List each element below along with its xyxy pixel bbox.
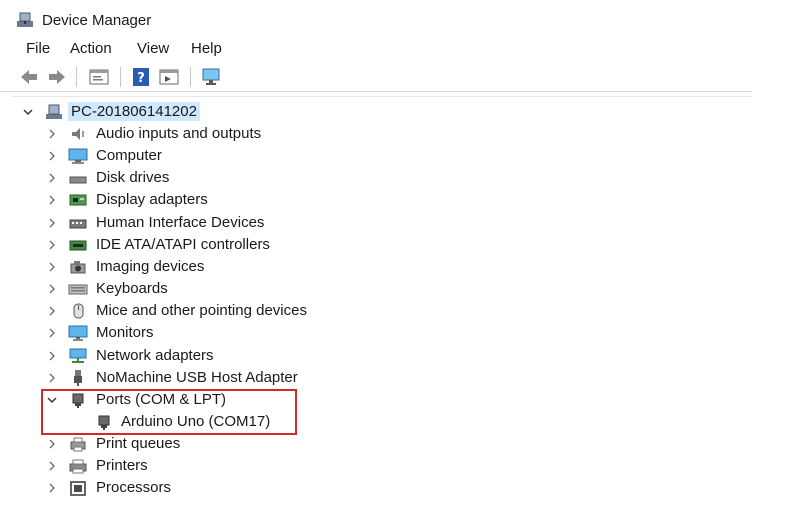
- tree-category[interactable]: Monitors: [0, 322, 790, 344]
- tree-category[interactable]: Keyboards: [0, 278, 790, 300]
- processor-icon: [70, 481, 86, 497]
- keyboard-icon: [68, 284, 88, 295]
- tree-item-label[interactable]: Human Interface Devices: [96, 214, 264, 231]
- menu-action[interactable]: Action: [70, 40, 112, 57]
- tree-category[interactable]: Audio inputs and outputs: [0, 123, 790, 145]
- camera-icon: [70, 260, 86, 274]
- tree-item-label[interactable]: Imaging devices: [96, 258, 204, 275]
- tree-root[interactable]: PC-201806141202: [0, 101, 790, 123]
- back-arrow-icon[interactable]: [18, 67, 40, 87]
- title-bar: Device Manager: [0, 0, 790, 38]
- toolbar-separator: [190, 67, 191, 87]
- tree-item-label[interactable]: Computer: [96, 147, 162, 164]
- tree-item-label[interactable]: Printers: [96, 457, 148, 474]
- tree-category[interactable]: Mice and other pointing devices: [0, 300, 790, 322]
- menu-bar: File Action View Help: [0, 38, 790, 60]
- chevron-right-icon[interactable]: [46, 350, 58, 362]
- svg-text:?: ?: [137, 71, 145, 86]
- tree-category[interactable]: Printers: [0, 455, 790, 477]
- hid-icon: [69, 219, 87, 229]
- forward-arrow-icon[interactable]: [46, 67, 68, 87]
- chevron-right-icon[interactable]: [46, 150, 58, 162]
- tree-item-label[interactable]: Network adapters: [96, 347, 214, 364]
- tree-category[interactable]: Human Interface Devices: [0, 212, 790, 234]
- device-manager-icon: [17, 12, 33, 27]
- tree-item-label[interactable]: Monitors: [96, 324, 154, 341]
- tree-item-label[interactable]: IDE ATA/ATAPI controllers: [96, 236, 270, 253]
- usb-icon: [74, 369, 82, 386]
- printer-icon: [69, 459, 87, 474]
- menu-file[interactable]: File: [26, 40, 50, 57]
- display-adapter-icon: [69, 194, 87, 206]
- tree-category[interactable]: Computer: [0, 145, 790, 167]
- monitor-icon: [68, 325, 88, 342]
- chevron-right-icon[interactable]: [46, 305, 58, 317]
- chevron-right-icon[interactable]: [46, 482, 58, 494]
- tree-item-label[interactable]: Keyboards: [96, 280, 168, 297]
- chevron-right-icon[interactable]: [46, 283, 58, 295]
- chevron-right-icon[interactable]: [46, 261, 58, 273]
- toolbar: ?: [0, 62, 752, 92]
- properties-icon[interactable]: [88, 67, 110, 87]
- window-title: Device Manager: [42, 12, 152, 29]
- toolbar-separator: [120, 67, 121, 87]
- disk-drive-icon: [69, 176, 87, 184]
- speaker-icon: [72, 128, 84, 140]
- tree-category[interactable]: Disk drives: [0, 167, 790, 189]
- tree-item-label[interactable]: Display adapters: [96, 191, 208, 208]
- tree-item-label[interactable]: Print queues: [96, 435, 180, 452]
- tree-category[interactable]: Print queues: [0, 433, 790, 455]
- chevron-right-icon[interactable]: [46, 372, 58, 384]
- tree-category[interactable]: NoMachine USB Host Adapter: [0, 367, 790, 389]
- chevron-right-icon[interactable]: [46, 239, 58, 251]
- tree-category[interactable]: Imaging devices: [0, 256, 790, 278]
- chevron-right-icon[interactable]: [46, 327, 58, 339]
- help-icon[interactable]: ?: [130, 67, 152, 87]
- tree-root-label[interactable]: PC-201806141202: [68, 102, 200, 121]
- chevron-down-icon[interactable]: [22, 106, 34, 118]
- chevron-right-icon[interactable]: [46, 194, 58, 206]
- menu-help[interactable]: Help: [191, 40, 222, 57]
- chevron-right-icon[interactable]: [46, 172, 58, 184]
- mouse-icon: [73, 303, 84, 319]
- tree-item-label[interactable]: NoMachine USB Host Adapter: [96, 369, 298, 386]
- chevron-right-icon[interactable]: [46, 217, 58, 229]
- tree-item-label[interactable]: Processors: [96, 479, 171, 496]
- toolbar-separator: [76, 67, 77, 87]
- ide-controller-icon: [69, 240, 87, 251]
- menu-view[interactable]: View: [137, 40, 169, 57]
- tree-item-label[interactable]: Audio inputs and outputs: [96, 125, 261, 142]
- update-driver-icon[interactable]: [158, 67, 180, 87]
- tree-category[interactable]: Display adapters: [0, 189, 790, 211]
- chevron-right-icon[interactable]: [46, 438, 58, 450]
- chevron-right-icon[interactable]: [46, 460, 58, 472]
- chevron-right-icon[interactable]: [46, 128, 58, 140]
- tree-category[interactable]: IDE ATA/ATAPI controllers: [0, 234, 790, 256]
- highlight-annotation-box: [41, 389, 297, 435]
- scan-hardware-icon[interactable]: [200, 67, 222, 87]
- print-queue-icon: [70, 437, 86, 452]
- tree-category[interactable]: Processors: [0, 477, 790, 499]
- network-adapter-icon: [69, 348, 87, 363]
- computer-icon: [68, 148, 88, 165]
- tree-category[interactable]: Network adapters: [0, 345, 790, 367]
- tree-item-label[interactable]: Mice and other pointing devices: [96, 302, 307, 319]
- tree-item-label[interactable]: Disk drives: [96, 169, 169, 186]
- computer-root-icon: [46, 104, 62, 119]
- tree-divider: [12, 96, 752, 97]
